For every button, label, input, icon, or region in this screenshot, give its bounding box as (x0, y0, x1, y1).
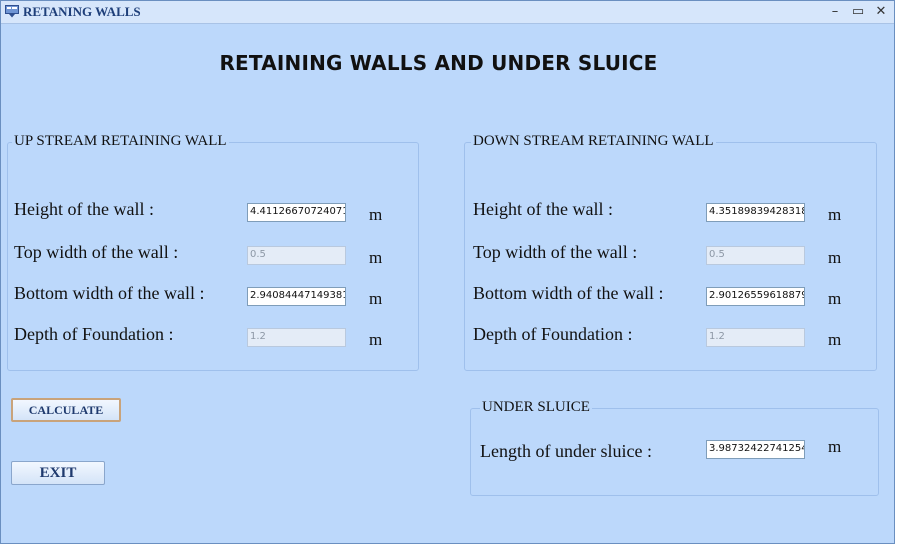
window-title: RETANING WALLS (23, 4, 141, 19)
downstream-bottom-width-unit: m (828, 289, 842, 308)
page-title: RETAINING WALLS AND UNDER SLUICE (219, 51, 658, 75)
downstream-top-width-unit: m (828, 248, 842, 267)
app-window: RETANING WALLS – ▭ ✕ RETAINING WALLS AND… (0, 0, 895, 544)
upstream-bottom-width-label: Bottom width of the wall : (14, 283, 205, 303)
upstream-height-label: Height of the wall : (14, 199, 154, 219)
downstream-bottom-width-label: Bottom width of the wall : (473, 283, 664, 303)
sluice-length-label: Length of under sluice : (480, 441, 652, 461)
calculate-button[interactable]: CALCULATE (11, 398, 121, 422)
minimize-icon[interactable]: – (826, 3, 844, 21)
upstream-top-width-unit: m (369, 248, 383, 267)
maximize-icon[interactable]: ▭ (849, 3, 867, 21)
downstream-height-unit: m (828, 205, 842, 224)
upstream-bottom-width-field[interactable]: 2.94084447149381 (247, 287, 346, 306)
upstream-depth-unit: m (369, 330, 383, 349)
sluice-length-unit: m (828, 437, 842, 456)
downstream-depth-field: 1.2 (706, 328, 805, 347)
close-icon[interactable]: ✕ (872, 3, 890, 21)
downstream-height-label: Height of the wall : (473, 199, 613, 219)
downstream-height-field[interactable]: 4.35189839428318 (706, 203, 805, 222)
upstream-depth-label: Depth of Foundation : (14, 324, 174, 344)
upstream-height-unit: m (369, 205, 383, 224)
upstream-bottom-width-unit: m (369, 289, 383, 308)
downstream-depth-label: Depth of Foundation : (473, 324, 633, 344)
downstream-top-width-field: 0.5 (706, 246, 805, 265)
downstream-depth-unit: m (828, 330, 842, 349)
app-icon (5, 5, 19, 18)
upstream-depth-field: 1.2 (247, 328, 346, 347)
upstream-top-width-field: 0.5 (247, 246, 346, 265)
upstream-top-width-label: Top width of the wall : (14, 242, 179, 262)
title-bar: RETANING WALLS – ▭ ✕ (1, 1, 894, 24)
downstream-top-width-label: Top width of the wall : (473, 242, 638, 262)
under-sluice-group-title: UNDER SLUICE (480, 399, 592, 416)
downstream-bottom-width-field[interactable]: 2.90126559618879 (706, 287, 805, 306)
upstream-group-title: UP STREAM RETAINING WALL (12, 133, 229, 150)
upstream-height-field[interactable]: 4.41126670724071 (247, 203, 346, 222)
sluice-length-field[interactable]: 3.98732422741254 (706, 440, 805, 459)
downstream-group-title: DOWN STREAM RETAINING WALL (471, 133, 716, 150)
exit-button[interactable]: EXIT (11, 461, 105, 485)
